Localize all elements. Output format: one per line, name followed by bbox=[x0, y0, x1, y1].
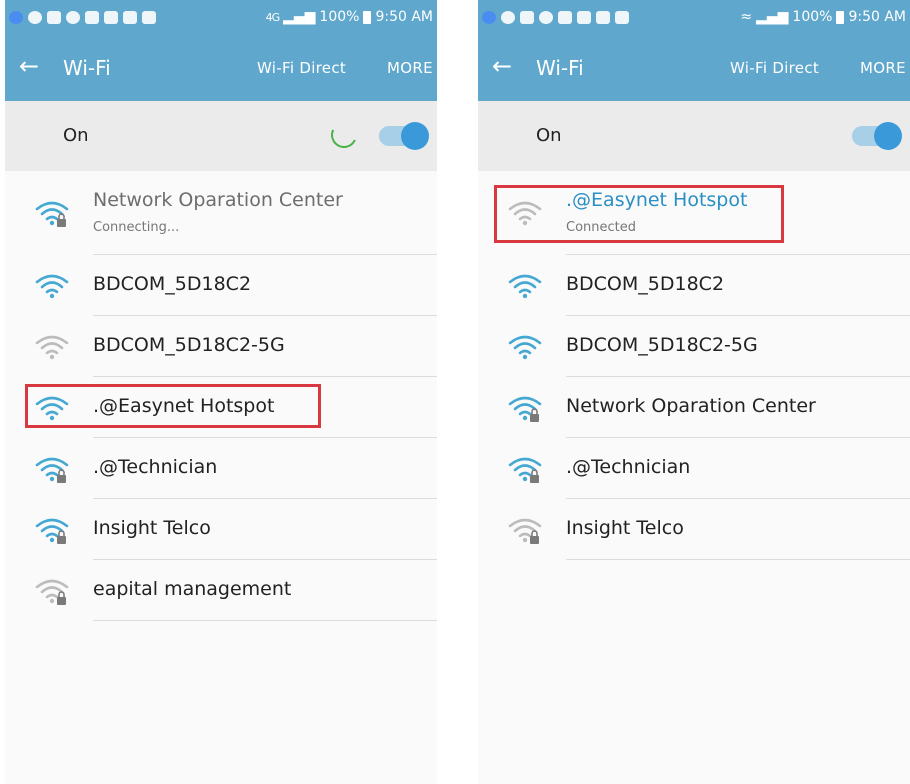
battery-percent: 100% bbox=[792, 9, 833, 25]
network-name: BDCOM_5D18C2-5G bbox=[93, 334, 285, 356]
wifi-network-bdcom-5d18c2-5g[interactable]: BDCOM_5D18C2-5G bbox=[478, 316, 910, 377]
network-name: BDCOM_5D18C2 bbox=[93, 273, 252, 295]
status-right: ≈ ▂▄▆ 100% 9:50 AM bbox=[740, 9, 906, 25]
signal-icon: ▂▄▆ bbox=[283, 9, 316, 25]
wifi-secured-icon bbox=[35, 515, 69, 549]
clock: 9:50 AM bbox=[375, 9, 433, 25]
wifi-switch[interactable] bbox=[379, 122, 429, 150]
divider bbox=[566, 559, 910, 560]
wifi-toggle-row[interactable]: On bbox=[5, 101, 437, 171]
toggle-label: On bbox=[63, 125, 89, 146]
network-name: .@Technician bbox=[93, 456, 218, 478]
wifi-network-eapital-management[interactable]: eapital management bbox=[5, 560, 437, 621]
wifi-network-network-oparation-center[interactable]: Network Oparation Center Connecting... bbox=[5, 171, 437, 255]
network-name: Insight Telco bbox=[566, 517, 684, 539]
gallery-icon bbox=[47, 11, 61, 24]
data-speed-icon bbox=[123, 11, 137, 24]
wifi-toggle-row[interactable]: On bbox=[478, 101, 910, 171]
app-bar: ← Wi-Fi Wi-Fi Direct MORE bbox=[478, 37, 910, 101]
highlight-box bbox=[494, 185, 784, 243]
page-title: Wi-Fi bbox=[536, 56, 584, 80]
wifi-network-bdcom-5d18c2-5g[interactable]: BDCOM_5D18C2-5G bbox=[5, 316, 437, 377]
network-status: Connecting... bbox=[93, 220, 180, 235]
messenger-icon bbox=[28, 11, 42, 24]
instagram-icon bbox=[104, 11, 118, 24]
more-button[interactable]: MORE bbox=[387, 59, 433, 77]
status-bar: ≈ ▂▄▆ 100% 9:50 AM bbox=[478, 0, 910, 37]
wifi-network-insight-telco[interactable]: Insight Telco bbox=[5, 499, 437, 560]
network-name: Network Oparation Center bbox=[566, 395, 816, 417]
highlight-box bbox=[25, 384, 321, 428]
wifi-network-insight-telco[interactable]: Insight Telco bbox=[478, 499, 910, 560]
wifi-icon bbox=[35, 332, 69, 366]
wifi-network-bdcom-5d18c2[interactable]: BDCOM_5D18C2 bbox=[478, 255, 910, 316]
mail-icon bbox=[615, 11, 629, 24]
page-title: Wi-Fi bbox=[63, 56, 111, 80]
wifi-secured-icon bbox=[35, 576, 69, 610]
wifi-direct-button[interactable]: Wi-Fi Direct bbox=[730, 59, 819, 77]
wifi-network-network-oparation-center[interactable]: Network Oparation Center bbox=[478, 377, 910, 438]
app-bar: ← Wi-Fi Wi-Fi Direct MORE bbox=[5, 37, 437, 101]
gallery-icon bbox=[520, 11, 534, 24]
wifi-network-bdcom-5d18c2[interactable]: BDCOM_5D18C2 bbox=[5, 255, 437, 316]
instagram-icon bbox=[577, 11, 591, 24]
signal-icon: ▂▄▆ bbox=[756, 9, 789, 25]
divider bbox=[93, 620, 437, 621]
wifi-screen-before: 4G ▂▄▆ 100% 9:50 AM ← Wi-Fi Wi-Fi Direct… bbox=[5, 0, 437, 784]
wifi-network-technician[interactable]: .@Technician bbox=[478, 438, 910, 499]
wifi-secured-icon bbox=[35, 454, 69, 488]
usb-icon bbox=[85, 11, 99, 24]
wifi-secured-icon bbox=[508, 454, 542, 488]
wifi-status-icon: ≈ bbox=[740, 9, 753, 25]
battery-icon bbox=[363, 10, 372, 24]
wifi-icon bbox=[35, 271, 69, 305]
back-arrow-icon[interactable]: ← bbox=[19, 51, 39, 81]
app-notification-icon bbox=[482, 11, 496, 24]
switch-knob bbox=[401, 122, 429, 150]
chat-icon bbox=[66, 11, 80, 24]
switch-knob bbox=[874, 122, 902, 150]
wifi-secured-icon bbox=[35, 198, 69, 232]
network-type: 4G bbox=[265, 10, 280, 24]
battery-icon bbox=[836, 10, 845, 24]
network-name: eapital management bbox=[93, 578, 292, 600]
wifi-secured-icon bbox=[508, 393, 542, 427]
wifi-screen-after: ≈ ▂▄▆ 100% 9:50 AM ← Wi-Fi Wi-Fi Direct … bbox=[478, 0, 910, 784]
wifi-icon bbox=[508, 271, 542, 305]
status-bar: 4G ▂▄▆ 100% 9:50 AM bbox=[5, 0, 437, 37]
wifi-secured-icon bbox=[508, 515, 542, 549]
network-name: Insight Telco bbox=[93, 517, 211, 539]
network-name: Network Oparation Center bbox=[93, 189, 343, 211]
notification-icons bbox=[9, 11, 156, 24]
battery-percent: 100% bbox=[319, 9, 360, 25]
notification-icons bbox=[482, 11, 629, 24]
wifi-direct-button[interactable]: Wi-Fi Direct bbox=[257, 59, 346, 77]
wifi-network-technician[interactable]: .@Technician bbox=[5, 438, 437, 499]
wifi-switch[interactable] bbox=[852, 122, 902, 150]
data-speed-icon bbox=[596, 11, 610, 24]
wifi-icon bbox=[508, 332, 542, 366]
messenger-icon bbox=[501, 11, 515, 24]
network-name: .@Technician bbox=[566, 456, 691, 478]
network-name: BDCOM_5D18C2 bbox=[566, 273, 725, 295]
status-right: 4G ▂▄▆ 100% 9:50 AM bbox=[266, 9, 433, 25]
app-notification-icon bbox=[9, 11, 23, 24]
usb-icon bbox=[558, 11, 572, 24]
chat-icon bbox=[539, 11, 553, 24]
more-button[interactable]: MORE bbox=[860, 59, 906, 77]
back-arrow-icon[interactable]: ← bbox=[492, 51, 512, 81]
clock: 9:50 AM bbox=[848, 9, 906, 25]
scanning-spinner-icon bbox=[327, 118, 361, 152]
mail-icon bbox=[142, 11, 156, 24]
network-name: BDCOM_5D18C2-5G bbox=[566, 334, 758, 356]
toggle-label: On bbox=[536, 125, 562, 146]
